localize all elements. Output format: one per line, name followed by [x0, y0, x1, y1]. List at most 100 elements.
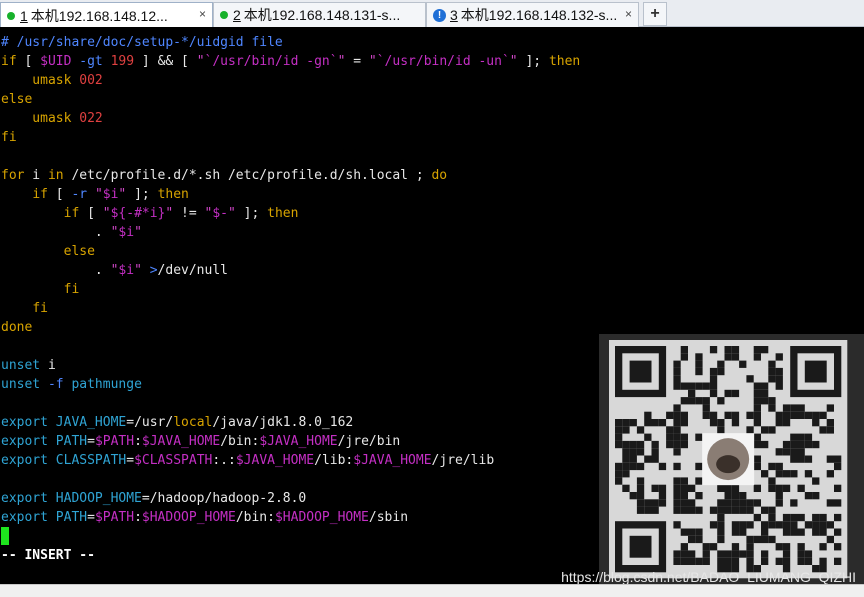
code-token: /lib: [314, 453, 354, 468]
code-line: done [1, 318, 32, 337]
code-line: umask 002 [1, 71, 102, 90]
code-token: /sbin [368, 510, 409, 525]
code-line: fi [1, 299, 48, 318]
code-line: if [ -r "$i" ]; then [1, 185, 189, 204]
code-token: `/usr/bin/id -un` [376, 54, 510, 69]
tab-title: 本机192.168.148.12... [30, 7, 168, 24]
code-token: $HADOOP_HOME [274, 510, 369, 525]
code-token: = [126, 453, 135, 468]
code-token: export [1, 434, 48, 449]
code-token: " [134, 263, 142, 278]
code-token: " [134, 225, 142, 240]
code-line: fi [1, 128, 17, 147]
code-token: /jre/bin [337, 434, 401, 449]
code-token: $PATH [94, 510, 135, 525]
code-token: pathmunge [63, 377, 142, 392]
code-token: " [228, 206, 236, 221]
code-line: else [1, 90, 32, 109]
code-token: done [1, 320, 33, 335]
connected-status-icon [7, 11, 15, 20]
code-token: i [24, 168, 48, 183]
code-token: [ [16, 54, 41, 69]
code-token: HADOOP_HOME [47, 491, 142, 506]
code-token: JAVA_HOME [47, 415, 127, 430]
code-token: = [87, 510, 95, 525]
code-token: /bin: [220, 434, 260, 449]
tab-close-icon[interactable]: × [625, 7, 632, 21]
code-token: [ [79, 206, 103, 221]
code-token: :.: [212, 453, 236, 468]
code-line: export CLASSPATH=$CLASSPATH:.:$JAVA_HOME… [1, 451, 494, 470]
code-token: ]; [126, 187, 158, 202]
tab-session-3[interactable]: ! 3 本机192.168.148.132-s... × [426, 2, 639, 27]
code-token: && [157, 54, 174, 69]
code-line: if [ "${-#*i}" != "$-" ]; then [1, 204, 299, 223]
code-token: # /usr/share/doc/setup-*/uidgid file [1, 35, 283, 50]
code-line: umask 022 [1, 109, 102, 128]
code-token: 199 [110, 54, 135, 69]
code-token: > [149, 263, 158, 278]
code-line: export PATH=$PATH:$JAVA_HOME/bin:$JAVA_H… [1, 432, 400, 451]
code-token: -r [71, 187, 88, 202]
code-token: else [63, 244, 95, 259]
code-token: ] [134, 54, 158, 69]
code-token: . [1, 225, 111, 240]
code-line: export HADOOP_HOME=/hadoop/hadoop-2.8.0 [1, 489, 306, 508]
code-token: ]; [235, 206, 268, 221]
connected-status-icon [220, 11, 228, 19]
code-line: unset i [1, 356, 56, 375]
code-token: =/hadoop/hadoop-2.8.0 [141, 491, 307, 506]
code-token: PATH [47, 510, 88, 525]
code-token: export [1, 491, 48, 506]
code-token: export [1, 510, 48, 525]
code-token: if [32, 187, 48, 202]
code-token: $UID [40, 54, 72, 69]
code-line: . "$i" [1, 223, 142, 242]
code-token: " [509, 54, 518, 69]
code-token: $HADOOP_HOME [141, 510, 236, 525]
vim-mode-indicator: -- INSERT -- [1, 548, 95, 563]
code-token: ${-#*i} [110, 206, 166, 221]
code-token: fi [32, 301, 48, 316]
qr-code-image [599, 334, 864, 584]
tab-title: 本机192.168.148.131-s... [243, 7, 401, 23]
tab-session-2[interactable]: 2 本机192.168.148.131-s... [213, 2, 426, 27]
code-token: " [102, 206, 111, 221]
watermark-text: https://blog.csdn.net/BADAO_LIUMANG_QIZH… [561, 569, 856, 585]
code-token: = [345, 54, 369, 69]
code-token: /etc/profile.d/*.sh /etc/profile.d/sh.lo… [63, 168, 432, 183]
code-token: $i [118, 225, 135, 240]
add-tab-button[interactable]: + [643, 2, 667, 26]
code-token: = [87, 434, 95, 449]
code-line: export PATH=$PATH:$HADOOP_HOME/bin:$HADO… [1, 508, 408, 527]
code-line: for i in /etc/profile.d/*.sh /etc/profil… [1, 166, 447, 185]
tab-close-icon[interactable]: × [199, 7, 206, 21]
code-token: $i [118, 263, 135, 278]
code-token: export [1, 415, 48, 430]
code-token: else [1, 92, 33, 107]
code-token: fi [63, 282, 80, 297]
tab-number: 1 [20, 7, 28, 24]
code-line: fi [1, 280, 80, 299]
code-token: $JAVA_HOME [235, 453, 315, 468]
code-token: if [1, 54, 17, 69]
code-token: unset [1, 358, 41, 373]
code-token: " [94, 187, 103, 202]
code-token: local [173, 415, 213, 430]
code-token: != [173, 206, 205, 221]
tab-session-1[interactable]: 1 本机192.168.148.12... × [0, 2, 213, 28]
tab-bar: 1 本机192.168.148.12... × 2 本机192.168.148.… [0, 0, 864, 28]
code-token: i [40, 358, 56, 373]
qr-code-icon [609, 340, 848, 579]
text-cursor [1, 527, 9, 545]
code-token: $- [212, 206, 229, 221]
code-token: $i [102, 187, 119, 202]
code-token: /dev/null [157, 263, 228, 278]
tab-number: 2 [233, 7, 241, 23]
